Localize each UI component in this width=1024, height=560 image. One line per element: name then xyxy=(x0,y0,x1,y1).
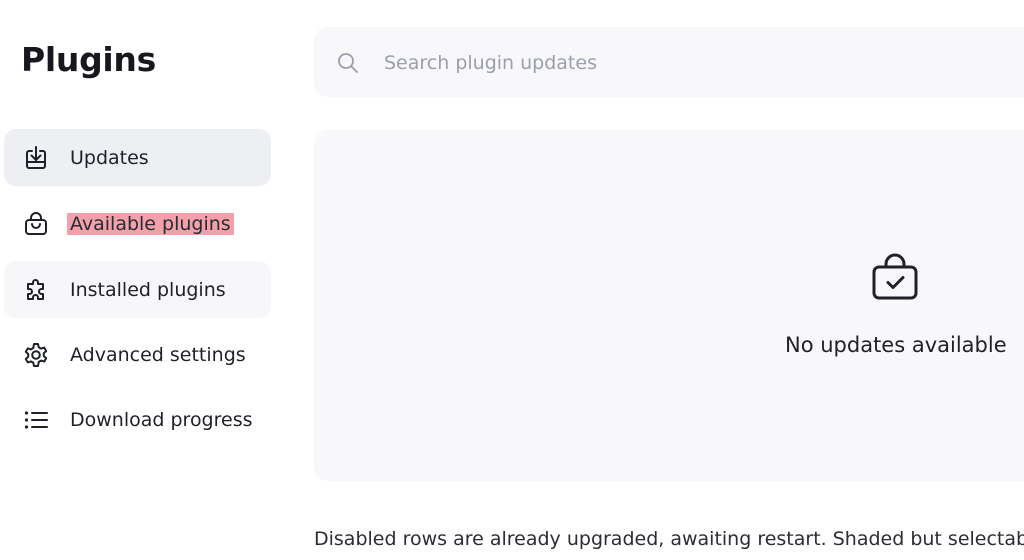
shopping-bag-icon xyxy=(21,209,51,239)
sidebar-item-updates[interactable]: Updates xyxy=(4,129,271,186)
search-bar[interactable] xyxy=(314,27,1024,97)
sidebar-item-label: Installed plugins xyxy=(70,279,226,301)
sidebar-item-installed-plugins[interactable]: Installed plugins xyxy=(4,261,271,318)
sidebar-item-label: Download progress xyxy=(70,409,253,431)
page-title: Plugins xyxy=(21,40,156,79)
list-icon xyxy=(21,405,51,435)
puzzle-piece-icon xyxy=(21,275,51,305)
plugins-window: Plugins Updates Available plugins Instal… xyxy=(0,0,1024,560)
gear-icon xyxy=(21,340,51,370)
search-icon xyxy=(336,51,360,75)
sidebar: Plugins Updates Available plugins Instal… xyxy=(0,0,290,560)
sidebar-item-download-progress[interactable]: Download progress xyxy=(4,391,271,448)
bag-check-icon xyxy=(867,249,923,305)
updates-panel: No updates available xyxy=(314,130,1024,481)
sidebar-item-available-plugins[interactable]: Available plugins xyxy=(4,195,271,252)
download-tray-icon xyxy=(21,143,51,173)
empty-state-message: No updates available xyxy=(785,333,1007,357)
sidebar-item-label: Available plugins xyxy=(67,213,234,235)
sidebar-item-advanced-settings[interactable]: Advanced settings xyxy=(4,326,271,383)
sidebar-item-label: Advanced settings xyxy=(70,344,246,366)
sidebar-item-label: Updates xyxy=(70,147,149,169)
search-input[interactable] xyxy=(382,47,986,79)
footer-note: Disabled rows are already upgraded, awai… xyxy=(314,528,1024,550)
